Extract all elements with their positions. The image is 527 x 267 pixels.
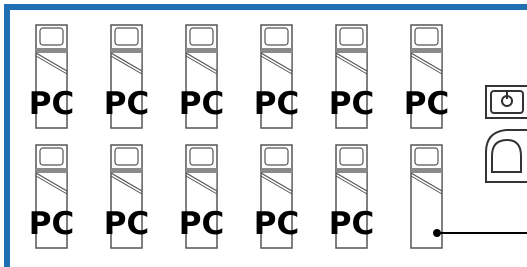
bed-label: PC [254, 86, 299, 122]
bed: PC [329, 24, 374, 129]
bed-label: PC [404, 86, 449, 122]
pillow [39, 27, 64, 46]
sheet-fold [411, 48, 442, 53]
bed-label: PC [104, 86, 149, 122]
toilet-icon [485, 129, 527, 183]
pillow [339, 147, 364, 166]
pillow [114, 27, 139, 46]
bed-label: PC [29, 86, 74, 122]
bathroom-fixtures [485, 85, 527, 183]
bed-label: PC [179, 86, 224, 122]
bed: PC [254, 144, 299, 249]
sheet-fold [336, 168, 367, 173]
dormitory-floor-plan: PC PC PC PC PC PC PC PC PC PC PC [4, 4, 527, 267]
sheet-fold [36, 168, 67, 173]
pillow [189, 147, 214, 166]
bed: PC [404, 24, 449, 129]
bed-grid: PC PC PC PC PC PC PC PC PC PC PC [29, 24, 449, 249]
sheet-fold [111, 168, 142, 173]
bed-label: PC [104, 206, 149, 242]
pillow [414, 147, 439, 166]
sheet-fold [261, 48, 292, 53]
bed-label: PC [329, 86, 374, 122]
sink-icon [485, 85, 527, 119]
bed-label: PC [254, 206, 299, 242]
pillow [264, 27, 289, 46]
bed: PC [179, 144, 224, 249]
pointer-dot-icon [433, 229, 527, 237]
sheet-fold [111, 48, 142, 53]
pillow [39, 147, 64, 166]
pillow [189, 27, 214, 46]
bed: PC [254, 24, 299, 129]
pillow [264, 147, 289, 166]
bed-label: PC [179, 206, 224, 242]
bed: PC [329, 144, 374, 249]
bed: PC [179, 24, 224, 129]
bed: PC [29, 144, 74, 249]
sheet-fold [186, 168, 217, 173]
sheet-fold [186, 48, 217, 53]
pillow [339, 27, 364, 46]
bed-label: PC [29, 206, 74, 242]
sheet-fold [336, 48, 367, 53]
pillow [414, 27, 439, 46]
bed: PC [104, 144, 149, 249]
bed: PC [29, 24, 74, 129]
sheet-fold [261, 168, 292, 173]
sheet-fold [36, 48, 67, 53]
pillow [114, 147, 139, 166]
sheet-fold [411, 168, 442, 173]
bed: PC [104, 24, 149, 129]
bed-label: PC [329, 206, 374, 242]
